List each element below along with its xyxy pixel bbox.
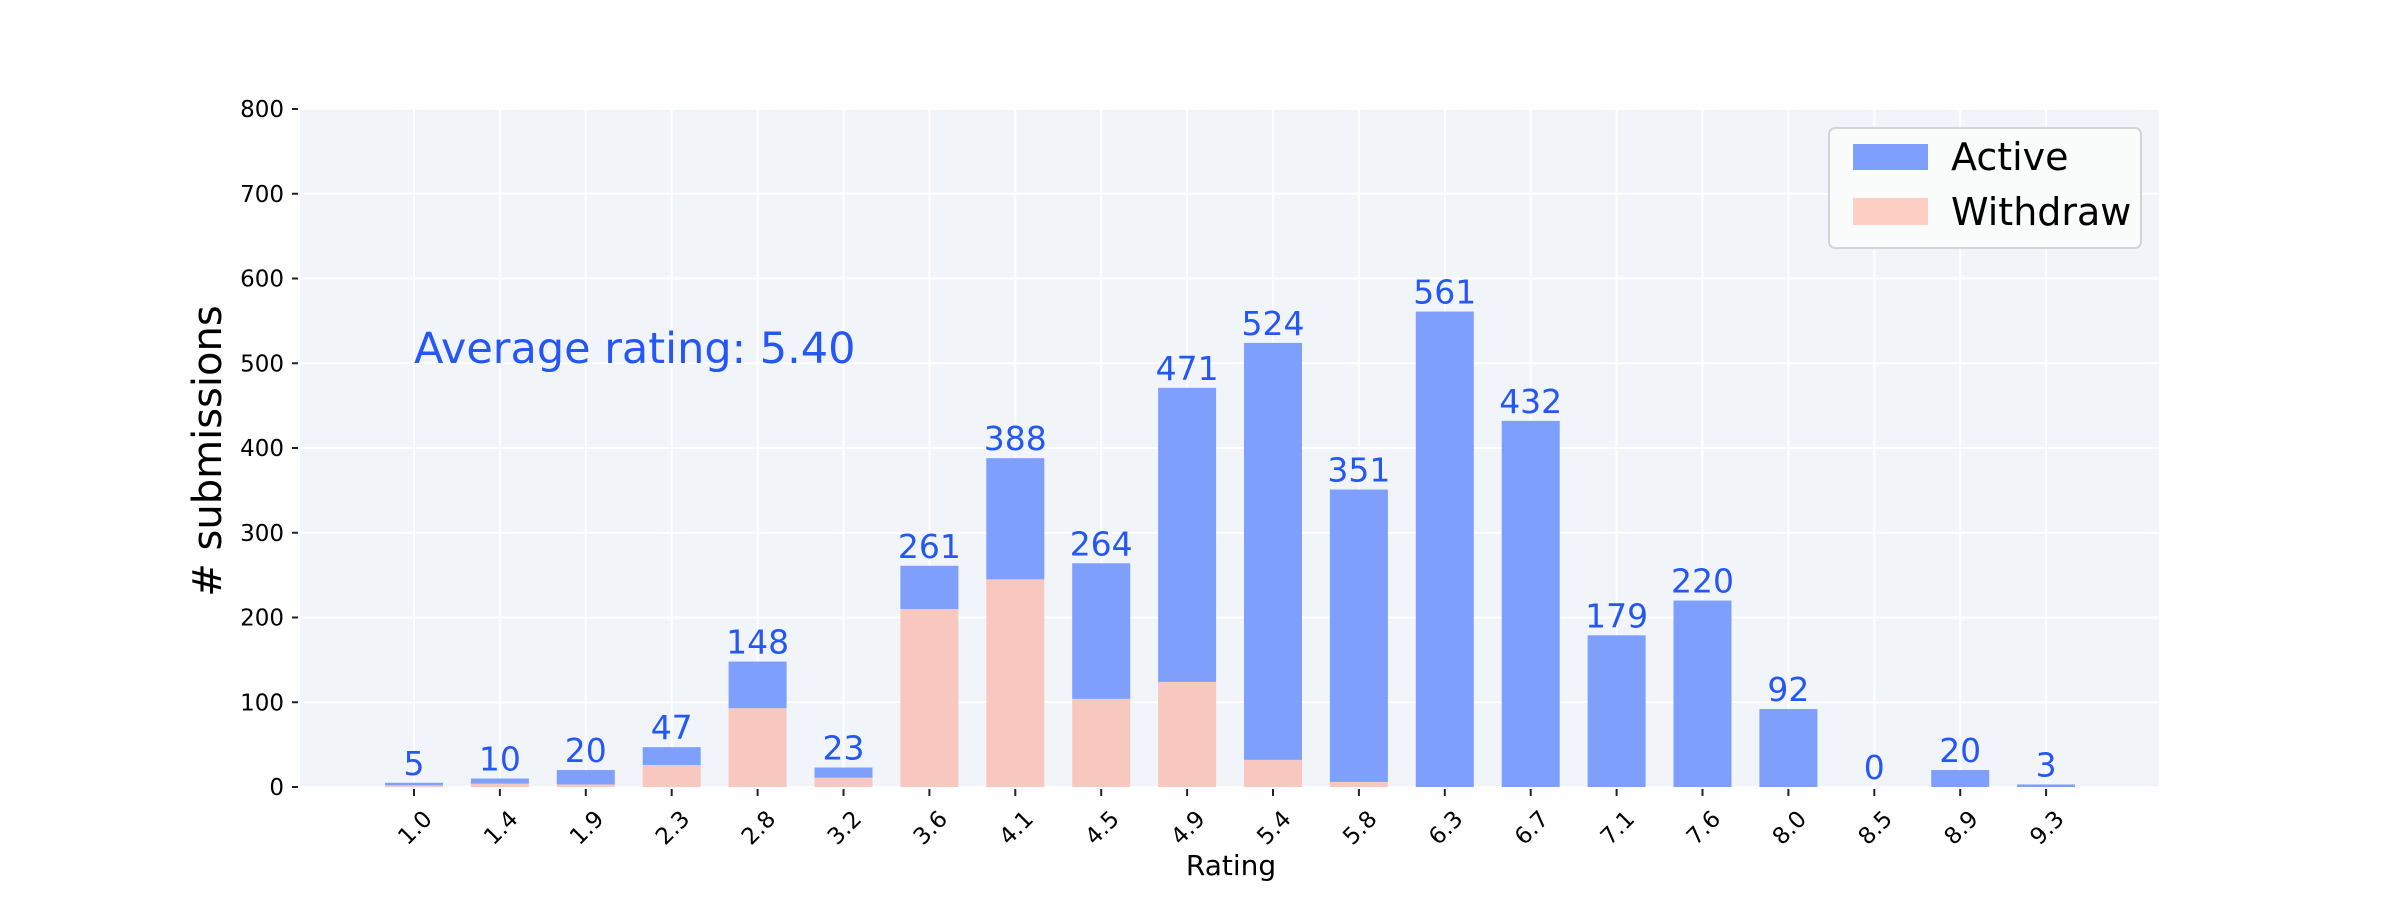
x-tick-label: 5.4 [1252, 806, 1296, 850]
legend-swatch-active [1853, 144, 1928, 170]
x-tick-label: 8.9 [1940, 806, 1984, 850]
bar-active-4.9 [1158, 387, 1217, 682]
y-tick-label: 0 [269, 775, 284, 801]
average-rating-annotation: Average rating: 5.40 [414, 324, 856, 374]
bar-withdraw-4.5 [1072, 698, 1131, 787]
bar-withdraw-2.3 [642, 764, 701, 787]
bar-total-label: 92 [1767, 670, 1809, 709]
bar-total-label: 148 [726, 623, 789, 662]
legend-label-active: Active [1951, 135, 2069, 179]
x-tick-label: 1.9 [565, 806, 609, 850]
bar-withdraw-4.9 [1158, 681, 1217, 787]
bar-withdraw-5.8 [1329, 781, 1388, 787]
y-tick-label: 700 [240, 182, 284, 208]
x-tick-label: 2.3 [651, 806, 695, 850]
x-tick-label: 7.6 [1682, 806, 1726, 850]
legend-swatch-withdraw [1853, 198, 1928, 225]
x-tick-label: 9.3 [2025, 806, 2069, 850]
y-axis: 0 100 200 300 400 500 600 700 800 [240, 97, 298, 801]
bar-total-label: 432 [1499, 382, 1562, 421]
bar-total-label: 471 [1156, 349, 1219, 388]
bar-total-label: 351 [1327, 451, 1390, 490]
bar-total-label: 3 [2036, 745, 2057, 784]
bar-withdraw-4.1 [986, 579, 1045, 787]
x-tick-label: 4.5 [1081, 806, 1125, 850]
bar-withdraw-3.6 [900, 609, 959, 787]
x-axis: 1.0 1.4 1.9 2.3 2.8 3.2 3.6 4.1 4.5 4.9 5.4 5.8 6.3 6… [393, 789, 2070, 850]
bar-active-3.2 [814, 767, 873, 778]
x-tick-label: 4.1 [995, 806, 1039, 850]
bar-total-label: 261 [898, 527, 961, 566]
bar-active-1.9 [556, 770, 615, 785]
bar-active-7.6 [1673, 600, 1732, 787]
bar-active-6.7 [1501, 420, 1560, 787]
y-tick-label: 800 [240, 97, 284, 123]
legend-label-withdraw: Withdraw [1951, 190, 2131, 234]
bar-total-label: 10 [479, 740, 521, 779]
legend: Active Withdraw [1828, 127, 2142, 249]
bar-active-1.0 [385, 782, 443, 786]
y-tick-label: 100 [240, 690, 284, 716]
bar-total-label: 388 [984, 419, 1047, 458]
x-tick-label: 3.2 [823, 806, 867, 850]
bar-total-label: 524 [1242, 304, 1305, 343]
rating-distribution-chart: 5 10 20 47 148 23 261 388 264 471 524 351 561 432 179 2… [185, 97, 2159, 882]
bar-active-2.8 [728, 661, 787, 709]
y-tick-label: 600 [240, 267, 284, 293]
bar-withdraw-1.4 [470, 783, 529, 787]
bar-active-8.9 [1931, 770, 1990, 787]
bar-active-5.4 [1244, 342, 1302, 760]
bar-total-label: 20 [1939, 731, 1981, 770]
x-tick-label: 8.0 [1768, 806, 1812, 850]
x-tick-label: 4.9 [1166, 806, 1210, 850]
y-axis-label: # submissions [185, 305, 231, 596]
y-tick-label: 200 [240, 606, 284, 632]
bar-withdraw-1.9 [556, 784, 615, 787]
y-tick-label: 500 [240, 351, 284, 377]
x-tick-label: 7.1 [1596, 806, 1640, 850]
bar-total-label: 23 [823, 729, 865, 768]
bar-withdraw-2.8 [728, 708, 787, 787]
bar-total-label: 561 [1413, 273, 1476, 312]
bar-total-label: 179 [1585, 596, 1648, 635]
bar-total-label: 220 [1671, 562, 1734, 601]
x-tick-label: 6.3 [1424, 806, 1468, 850]
x-axis-label: Rating [1186, 849, 1276, 882]
bar-withdraw-5.4 [1244, 759, 1302, 787]
bar-active-1.4 [470, 778, 529, 784]
x-tick-label: 8.5 [1854, 806, 1898, 850]
bar-active-6.3 [1415, 311, 1474, 787]
x-tick-label: 3.6 [909, 806, 953, 850]
bar-total-label: 0 [1864, 748, 1885, 787]
x-tick-label: 1.4 [479, 806, 523, 850]
y-tick-label: 400 [240, 436, 284, 462]
bar-active-2.3 [642, 747, 701, 765]
x-tick-label: 6.7 [1510, 806, 1554, 850]
bar-active-4.1 [986, 458, 1045, 580]
bar-active-7.1 [1587, 635, 1646, 787]
y-tick-label: 300 [240, 521, 284, 547]
bar-active-3.6 [900, 565, 959, 610]
bar-total-label: 264 [1070, 524, 1133, 563]
bar-active-4.5 [1072, 563, 1131, 699]
bar-total-label: 20 [565, 731, 607, 770]
bar-withdraw-1.0 [385, 785, 443, 787]
bar-withdraw-3.2 [814, 777, 873, 787]
x-tick-label: 1.0 [393, 806, 437, 850]
bar-total-label: 5 [404, 744, 425, 783]
x-tick-label: 2.8 [737, 806, 781, 850]
bar-total-label: 47 [651, 708, 693, 747]
bar-active-5.8 [1329, 489, 1388, 782]
x-tick-label: 5.8 [1338, 806, 1382, 850]
bar-active-8.0 [1759, 709, 1818, 787]
bar-active-9.3 [2017, 784, 2076, 787]
